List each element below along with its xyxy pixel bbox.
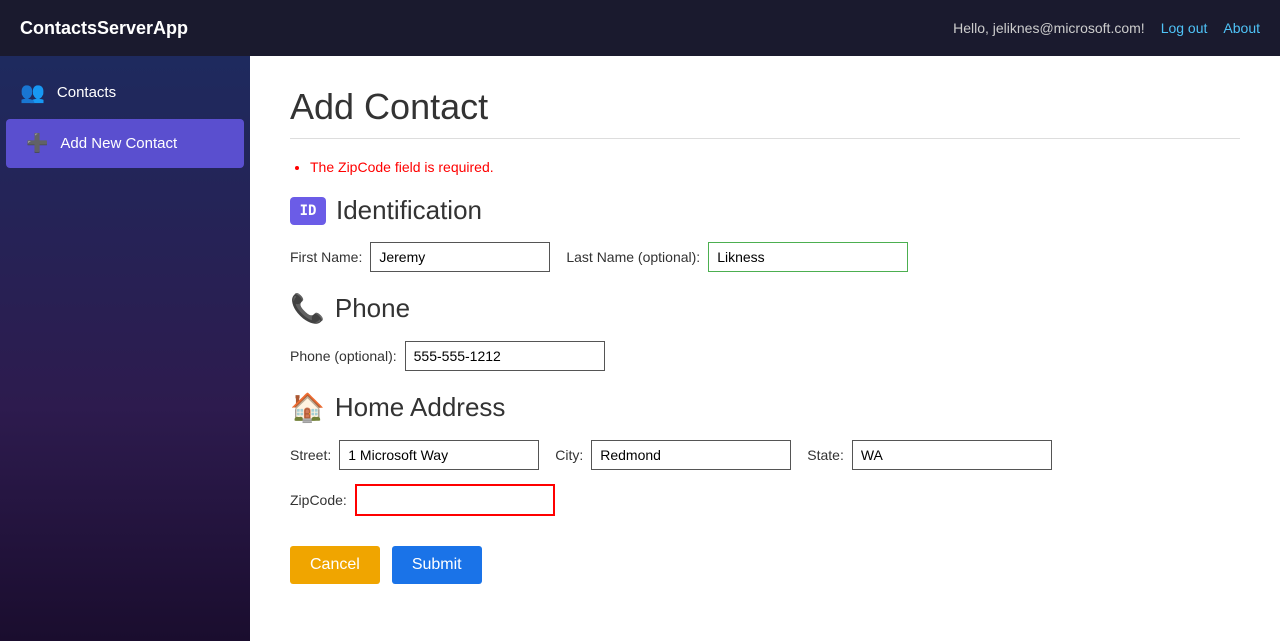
main-content: Add Contact The ZipCode field is require…: [250, 56, 1280, 641]
button-row: Cancel Submit: [290, 546, 1240, 584]
state-input[interactable]: [852, 440, 1052, 470]
submit-button[interactable]: Submit: [392, 546, 482, 584]
nav-right: Hello, jeliknes@microsoft.com! Log out A…: [953, 20, 1260, 36]
last-name-group: Last Name (optional):: [566, 242, 908, 272]
phone-section-header: 📞 Phone: [290, 292, 1240, 325]
city-label: City:: [555, 447, 583, 463]
hello-text: Hello, jeliknes@microsoft.com!: [953, 20, 1145, 36]
house-icon: 🏠: [290, 391, 325, 424]
phone-form-row: Phone (optional):: [290, 341, 1240, 371]
first-name-group: First Name:: [290, 242, 550, 272]
sidebar: 👥 Contacts ➕ Add New Contact: [0, 56, 250, 641]
zip-validation-error: The ZipCode field is required.: [310, 159, 1240, 175]
street-input[interactable]: [339, 440, 539, 470]
zip-group: ZipCode:: [290, 484, 555, 516]
phone-input[interactable]: [405, 341, 605, 371]
street-label: Street:: [290, 447, 331, 463]
phone-group: Phone (optional):: [290, 341, 605, 371]
last-name-input[interactable]: [708, 242, 908, 272]
state-label: State:: [807, 447, 844, 463]
validation-errors: The ZipCode field is required.: [290, 159, 1240, 175]
state-group: State:: [807, 440, 1052, 470]
logout-link[interactable]: Log out: [1161, 20, 1208, 36]
add-icon: ➕: [26, 133, 48, 154]
contacts-icon: 👥: [20, 80, 45, 105]
identification-form-row: First Name: Last Name (optional):: [290, 242, 1240, 272]
phone-icon: 📞: [290, 292, 325, 325]
cancel-button[interactable]: Cancel: [290, 546, 380, 584]
city-input[interactable]: [591, 440, 791, 470]
app-title: ContactsServerApp: [20, 18, 188, 39]
address-title: Home Address: [335, 392, 506, 423]
city-group: City:: [555, 440, 791, 470]
first-name-input[interactable]: [370, 242, 550, 272]
address-section-header: 🏠 Home Address: [290, 391, 1240, 424]
about-link[interactable]: About: [1223, 20, 1260, 36]
address-form-row-2: ZipCode:: [290, 484, 1240, 516]
phone-title: Phone: [335, 293, 410, 324]
id-badge-icon: ID: [290, 197, 326, 225]
phone-label: Phone (optional):: [290, 348, 397, 364]
top-nav: ContactsServerApp Hello, jeliknes@micros…: [0, 0, 1280, 56]
zip-input[interactable]: [355, 484, 555, 516]
identification-title: Identification: [336, 195, 482, 226]
street-group: Street:: [290, 440, 539, 470]
identification-section-header: ID Identification: [290, 195, 1240, 226]
page-title: Add Contact: [290, 86, 1240, 139]
sidebar-add-new-label: Add New Contact: [60, 135, 177, 152]
address-form-row-1: Street: City: State:: [290, 440, 1240, 470]
last-name-label: Last Name (optional):: [566, 249, 700, 265]
zip-label: ZipCode:: [290, 492, 347, 508]
first-name-label: First Name:: [290, 249, 362, 265]
sidebar-item-add-new[interactable]: ➕ Add New Contact: [6, 119, 244, 168]
sidebar-item-contacts[interactable]: 👥 Contacts: [0, 66, 250, 119]
sidebar-contacts-label: Contacts: [57, 84, 116, 101]
main-layout: 👥 Contacts ➕ Add New Contact Add Contact…: [0, 56, 1280, 641]
